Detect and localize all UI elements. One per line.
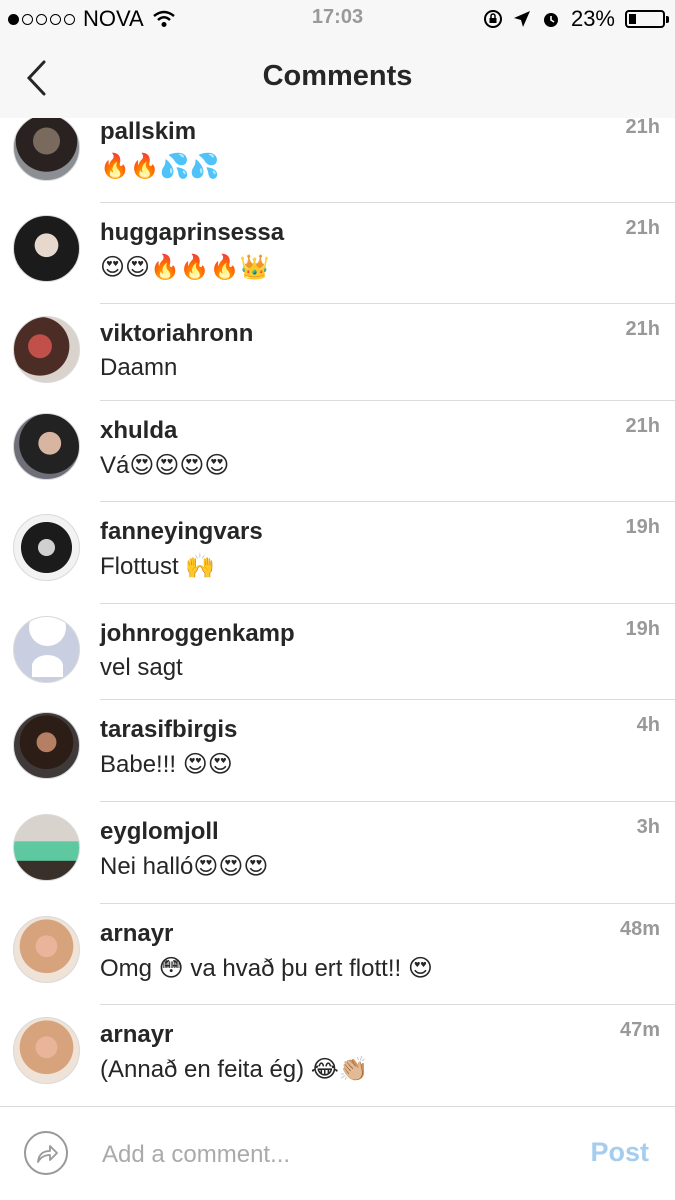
list-item: huggaprinsessa 😍😍🔥🔥🔥👑 21h: [0, 203, 675, 304]
battery-percent: 23%: [570, 6, 615, 31]
status-bar: NOVA 17:03 23%: [0, 0, 675, 38]
alarm-icon: [543, 13, 558, 27]
comment-time: 48m: [619, 918, 660, 940]
comment-username[interactable]: tarasifbirgis: [100, 716, 237, 744]
avatar[interactable]: [13, 616, 80, 683]
comment-time: 21h: [625, 217, 660, 239]
rotation-lock-icon: [483, 10, 502, 28]
comment-time: 19h: [625, 516, 660, 538]
comment-text: Omg 😳 va hvað þu ert flott!! 😍: [100, 955, 433, 982]
list-item: johnroggenkamp vel sagt 19h: [0, 604, 675, 700]
comment-text: 🔥🔥💦💦: [100, 153, 220, 180]
comment-time: 21h: [625, 118, 660, 138]
comment-text: vel sagt: [100, 654, 183, 681]
avatar[interactable]: [13, 215, 80, 282]
comment-username[interactable]: xhulda: [100, 417, 177, 445]
list-item: xhulda Vá😍😍😍😍 21h: [0, 401, 675, 502]
comment-time: 47m: [619, 1019, 660, 1041]
list-item: eyglomjoll Nei halló😍😍😍 3h: [0, 802, 675, 904]
list-item: arnayr Omg 😳 va hvað þu ert flott!! 😍 48…: [0, 904, 675, 1005]
comment-text: Babe!!! 😍😍: [100, 751, 233, 778]
post-button[interactable]: Post: [590, 1137, 649, 1168]
comments-list[interactable]: pallskim 🔥🔥💦💦 21h huggaprinsessa 😍😍🔥🔥🔥👑 …: [0, 118, 675, 1106]
list-item: fanneyingvars Flottust 🙌 19h: [0, 502, 675, 604]
comment-composer: Post: [0, 1106, 675, 1200]
comment-time: 19h: [625, 618, 660, 640]
comment-username[interactable]: pallskim: [100, 118, 196, 146]
comment-username[interactable]: eyglomjoll: [100, 818, 219, 846]
comment-username[interactable]: huggaprinsessa: [100, 219, 284, 247]
comment-time: 3h: [636, 816, 660, 838]
comment-username[interactable]: arnayr: [100, 920, 173, 948]
navigation-bar: Comments: [0, 38, 675, 118]
list-item: arnayr (Annað en feita ég) 😂👏🏼 47m: [0, 1005, 675, 1106]
comment-username[interactable]: fanneyingvars: [100, 518, 263, 546]
comment-text: (Annað en feita ég) 😂👏🏼: [100, 1056, 369, 1083]
comment-input[interactable]: [100, 1137, 564, 1173]
comment-time: 4h: [636, 714, 660, 736]
comment-username[interactable]: johnroggenkamp: [100, 620, 295, 648]
comment-text: Nei halló😍😍😍: [100, 853, 269, 880]
comment-time: 21h: [625, 415, 660, 437]
location-icon: [513, 11, 530, 27]
list-item: pallskim 🔥🔥💦💦 21h: [0, 118, 675, 204]
avatar[interactable]: [13, 316, 80, 383]
avatar[interactable]: [13, 1017, 80, 1084]
comment-username[interactable]: arnayr: [100, 1021, 173, 1049]
comment-text: Flottust 🙌: [100, 553, 216, 580]
comment-time: 21h: [625, 318, 660, 340]
list-item: viktoriahronn Daamn 21h: [0, 304, 675, 401]
avatar[interactable]: [13, 814, 80, 881]
comment-username[interactable]: viktoriahronn: [100, 320, 253, 348]
status-right-group: 23%: [483, 6, 669, 32]
list-item: tarasifbirgis Babe!!! 😍😍 4h: [0, 700, 675, 802]
comment-text: Vá😍😍😍😍: [100, 452, 230, 479]
avatar[interactable]: [13, 413, 80, 480]
avatar[interactable]: [13, 514, 80, 581]
share-arrow-icon: [37, 1145, 58, 1163]
avatar[interactable]: [13, 916, 80, 983]
avatar[interactable]: [13, 712, 80, 779]
comment-text: 😍😍🔥🔥🔥👑: [100, 254, 270, 281]
share-button[interactable]: [24, 1131, 68, 1175]
battery-icon: [625, 10, 669, 28]
page-title: Comments: [262, 60, 413, 92]
comment-text: Daamn: [100, 354, 178, 381]
avatar[interactable]: [13, 118, 80, 181]
